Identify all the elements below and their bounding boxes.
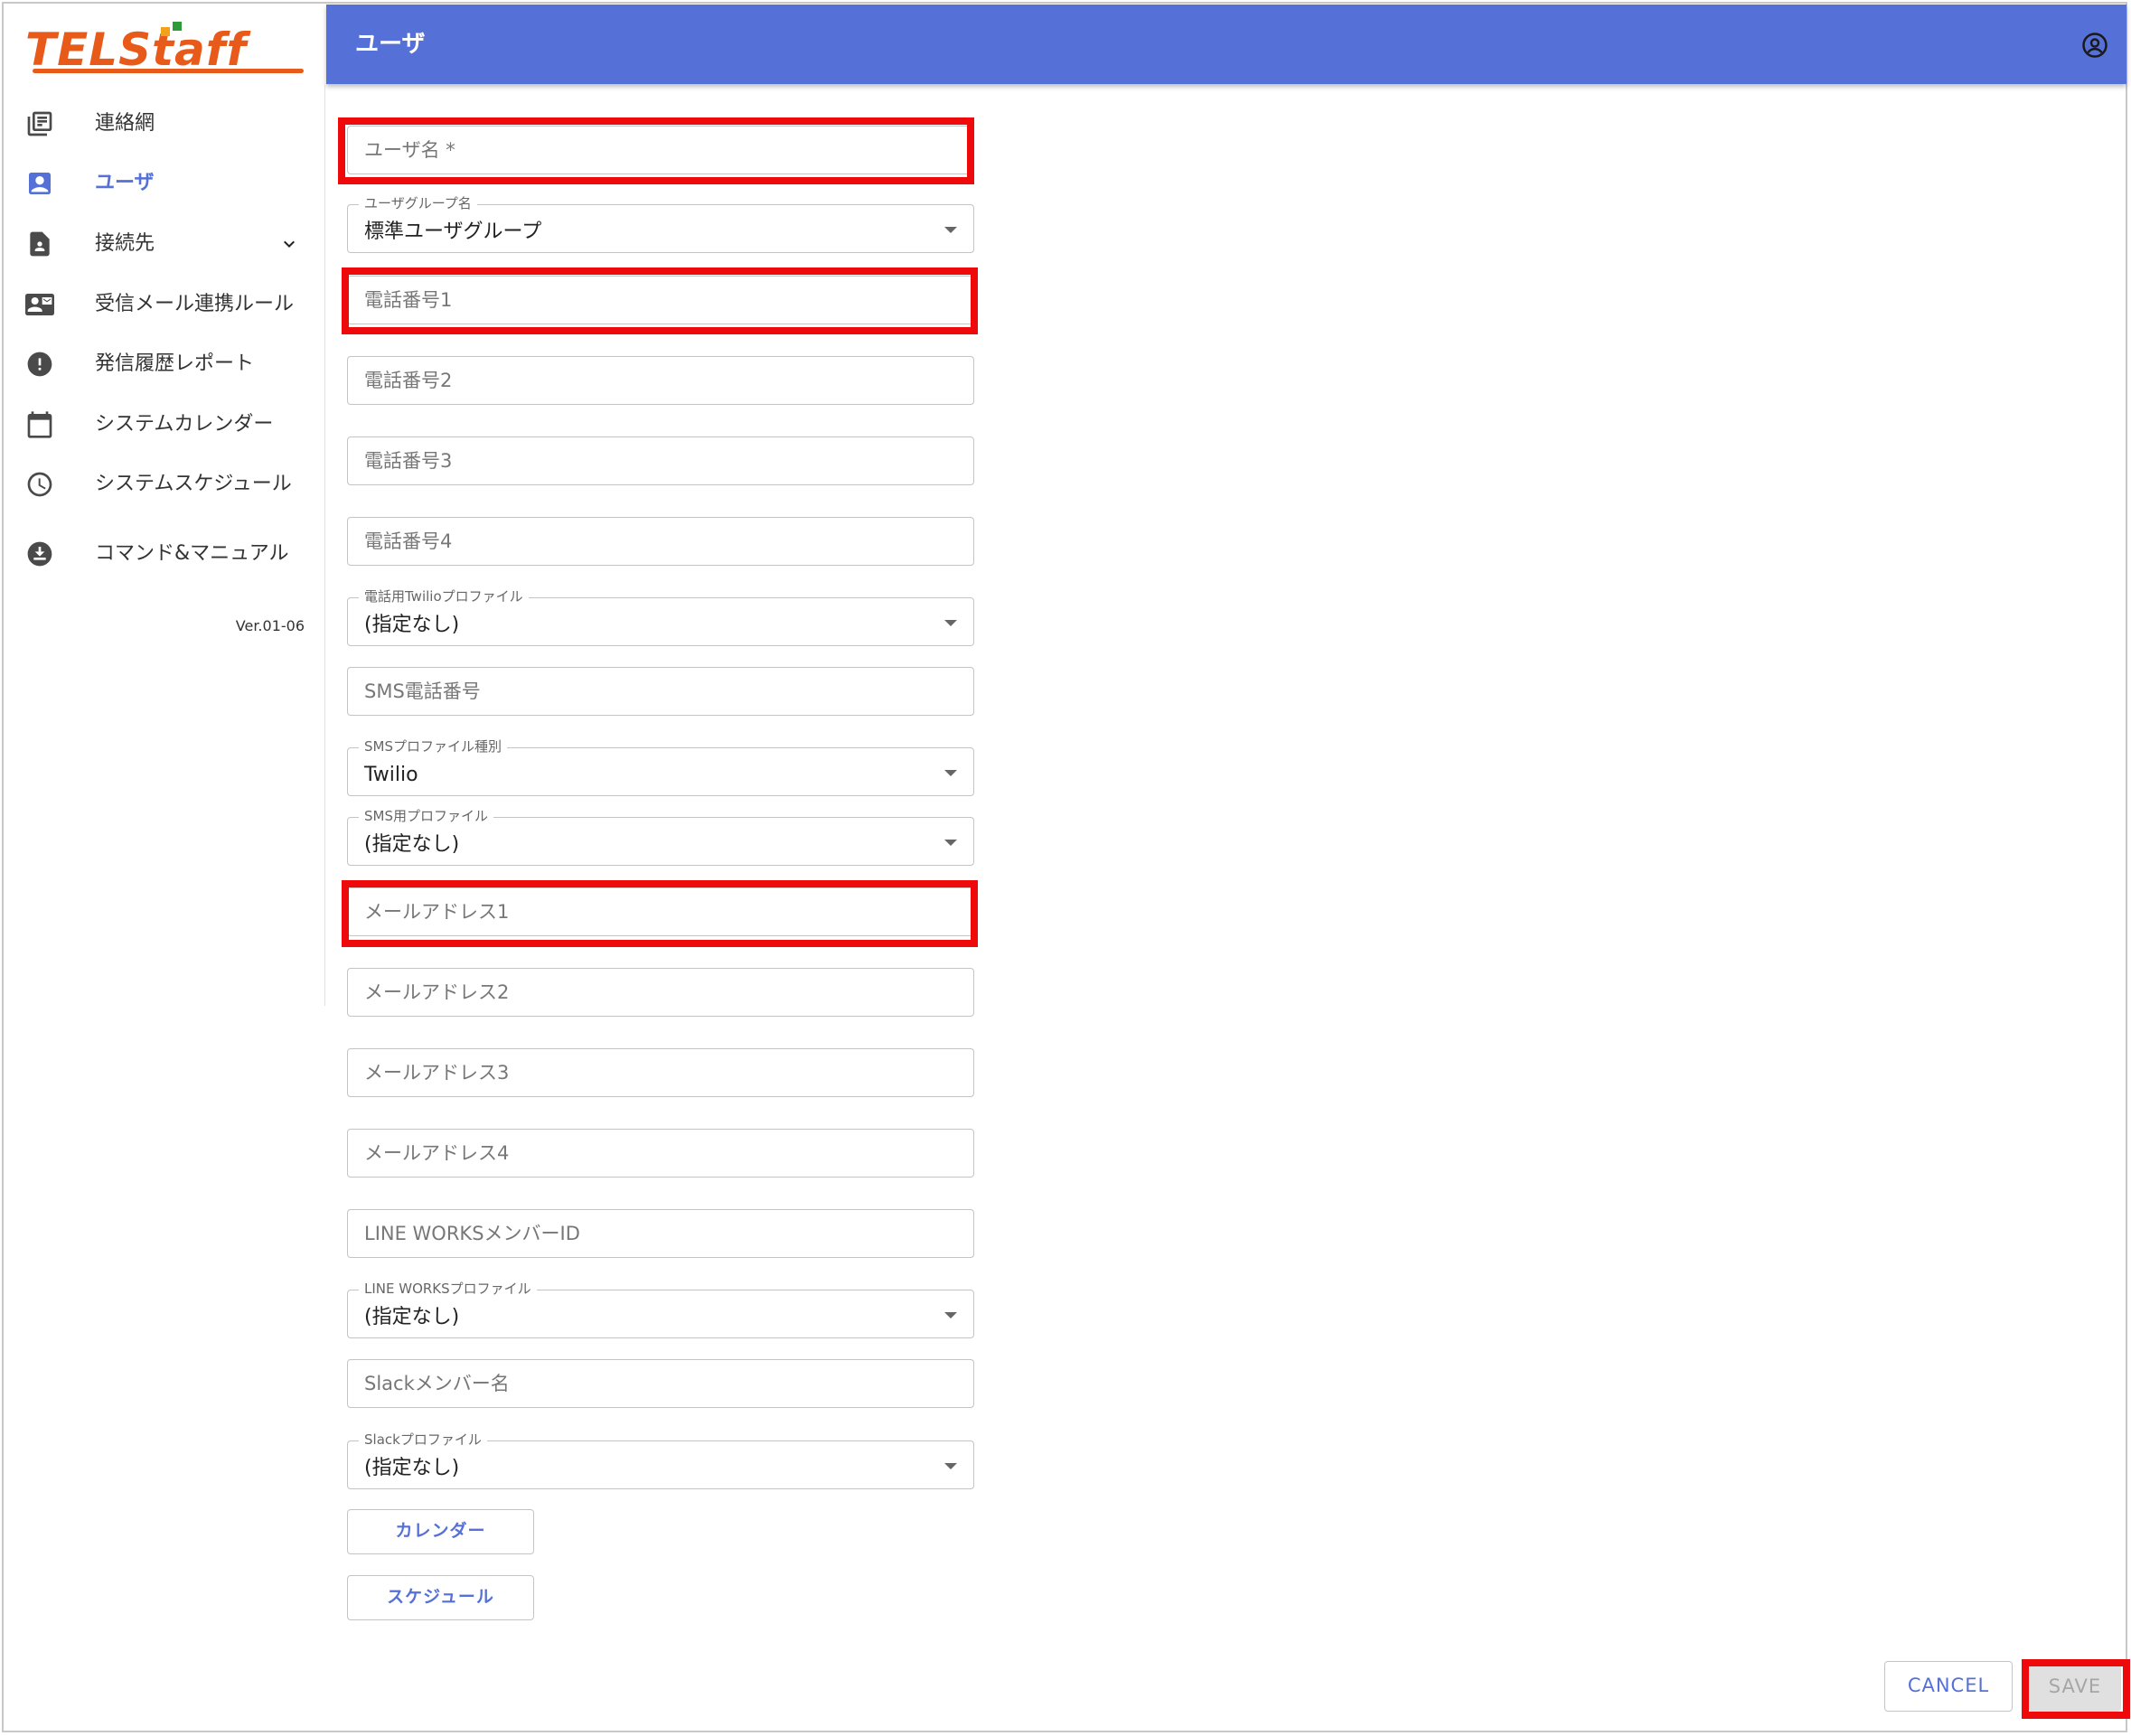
- sidebar-item-contact-network[interactable]: 連絡網: [2, 97, 324, 151]
- sms-profile-type-value: Twilio: [364, 764, 418, 786]
- twilio-phone-profile-label: 電話用Twilioプロファイル: [359, 587, 529, 605]
- user-group-value: 標準ユーザグループ: [364, 221, 542, 243]
- sidebar-item-connections[interactable]: 接続先: [2, 217, 324, 271]
- sidebar-item-label: システムスケジュール: [95, 473, 292, 495]
- sms-phone-placeholder: SMS電話番号: [364, 680, 481, 702]
- sidebar-item-system-calendar[interactable]: システムカレンダー: [2, 398, 324, 452]
- sidebar-item-label: 接続先: [95, 232, 155, 255]
- username-placeholder: ユーザ名 *: [364, 139, 455, 161]
- sidebar-item-label: コマンド&マニュアル: [95, 542, 289, 565]
- phone4-placeholder: 電話番号4: [364, 530, 453, 552]
- slack-member-placeholder: Slackメンバー名: [364, 1373, 510, 1394]
- slack-member-field[interactable]: Slackメンバー名: [347, 1359, 974, 1408]
- phone1-placeholder: 電話番号1: [364, 289, 453, 311]
- lineworks-profile-label: LINE WORKSプロファイル: [359, 1280, 537, 1298]
- sms-profile-type-label: SMSプロファイル種別: [359, 737, 507, 755]
- sidebar-item-label: ユーザ: [95, 172, 155, 194]
- sidebar: 連絡網 ユーザ 接続先 受信メール連携ルール 発信履歴レポート システムカレンダ…: [2, 84, 325, 1006]
- sidebar-item-user[interactable]: ユーザ: [2, 156, 324, 211]
- email1-placeholder: メールアドレス1: [364, 901, 510, 923]
- app-bar: ユーザ: [326, 5, 2126, 84]
- email4-field[interactable]: メールアドレス4: [347, 1129, 974, 1178]
- cancel-button[interactable]: CANCEL: [1884, 1661, 2013, 1712]
- telstaff-logo: TELStaff: [25, 18, 305, 81]
- contact-list-icon: [27, 111, 52, 136]
- dropdown-arrow-icon: [944, 770, 957, 776]
- sms-profile-label: SMS用プロファイル: [359, 807, 493, 825]
- phone3-placeholder: 電話番号3: [364, 450, 453, 472]
- calendar-button[interactable]: カレンダー: [347, 1509, 534, 1554]
- sms-phone-field[interactable]: SMS電話番号: [347, 667, 974, 716]
- sidebar-item-label: 連絡網: [95, 112, 155, 135]
- page-title: ユーザ: [355, 31, 426, 58]
- sidebar-item-mail-rules[interactable]: 受信メール連携ルール: [2, 277, 324, 332]
- logo-flag-icon: [161, 27, 170, 36]
- save-button[interactable]: SAVE: [2029, 1661, 2121, 1712]
- dropdown-arrow-icon: [944, 1463, 957, 1469]
- email4-placeholder: メールアドレス4: [364, 1142, 510, 1164]
- alert-circle-icon: [27, 352, 52, 377]
- app-version: Ver.01-06: [235, 617, 305, 634]
- email1-field[interactable]: メールアドレス1: [347, 887, 974, 936]
- email3-placeholder: メールアドレス3: [364, 1062, 510, 1084]
- dropdown-arrow-icon: [944, 227, 957, 233]
- lineworks-member-field[interactable]: LINE WORKSメンバーID: [347, 1209, 974, 1258]
- sidebar-item-label: 発信履歴レポート: [95, 352, 255, 375]
- slack-profile-select[interactable]: Slackプロファイル (指定なし): [347, 1431, 974, 1489]
- sms-profile-value: (指定なし): [364, 833, 460, 856]
- dropdown-arrow-icon: [944, 1312, 957, 1318]
- logo-underline: [33, 69, 304, 73]
- sms-profile-select[interactable]: SMS用プロファイル (指定なし): [347, 807, 974, 866]
- chevron-down-icon[interactable]: [278, 233, 300, 255]
- account-circle-icon[interactable]: [2081, 32, 2108, 59]
- sidebar-item-command-manual[interactable]: コマンド&マニュアル: [2, 527, 324, 581]
- username-field[interactable]: ユーザ名 *: [347, 126, 974, 174]
- calendar-icon: [27, 411, 52, 438]
- slack-profile-value: (指定なし): [364, 1457, 460, 1479]
- lineworks-profile-value: (指定なし): [364, 1306, 460, 1328]
- sidebar-item-call-report[interactable]: 発信履歴レポート: [2, 337, 324, 391]
- clock-icon: [27, 472, 52, 497]
- lineworks-member-placeholder: LINE WORKSメンバーID: [364, 1223, 580, 1244]
- download-circle-icon: [27, 541, 52, 567]
- sms-profile-type-select[interactable]: SMSプロファイル種別 Twilio: [347, 737, 974, 796]
- user-badge-icon: [29, 173, 51, 194]
- lineworks-profile-select[interactable]: LINE WORKSプロファイル (指定なし): [347, 1280, 974, 1338]
- phone2-field[interactable]: 電話番号2: [347, 356, 974, 405]
- user-group-select[interactable]: ユーザグループ名 標準ユーザグループ: [347, 194, 974, 253]
- email3-field[interactable]: メールアドレス3: [347, 1048, 974, 1097]
- phone1-field[interactable]: 電話番号1: [347, 276, 974, 324]
- phone3-field[interactable]: 電話番号3: [347, 436, 974, 485]
- contact-mail-icon: [25, 294, 54, 315]
- schedule-button[interactable]: スケジュール: [347, 1575, 534, 1620]
- slack-profile-label: Slackプロファイル: [359, 1431, 487, 1449]
- twilio-phone-profile-select[interactable]: 電話用Twilioプロファイル (指定なし): [347, 587, 974, 646]
- logo-flag-icon: [173, 22, 182, 31]
- sidebar-item-label: 受信メール連携ルール: [95, 293, 295, 315]
- user-group-label: ユーザグループ名: [359, 194, 477, 212]
- dropdown-arrow-icon: [944, 840, 957, 846]
- sidebar-item-label: システムカレンダー: [95, 413, 274, 436]
- email2-field[interactable]: メールアドレス2: [347, 968, 974, 1017]
- twilio-phone-profile-value: (指定なし): [364, 614, 460, 636]
- phone4-field[interactable]: 電話番号4: [347, 517, 974, 566]
- phone2-placeholder: 電話番号2: [364, 370, 453, 391]
- sidebar-item-system-schedule[interactable]: システムスケジュール: [2, 457, 324, 511]
- contact-file-icon: [30, 231, 50, 257]
- email2-placeholder: メールアドレス2: [364, 981, 510, 1003]
- dropdown-arrow-icon: [944, 620, 957, 626]
